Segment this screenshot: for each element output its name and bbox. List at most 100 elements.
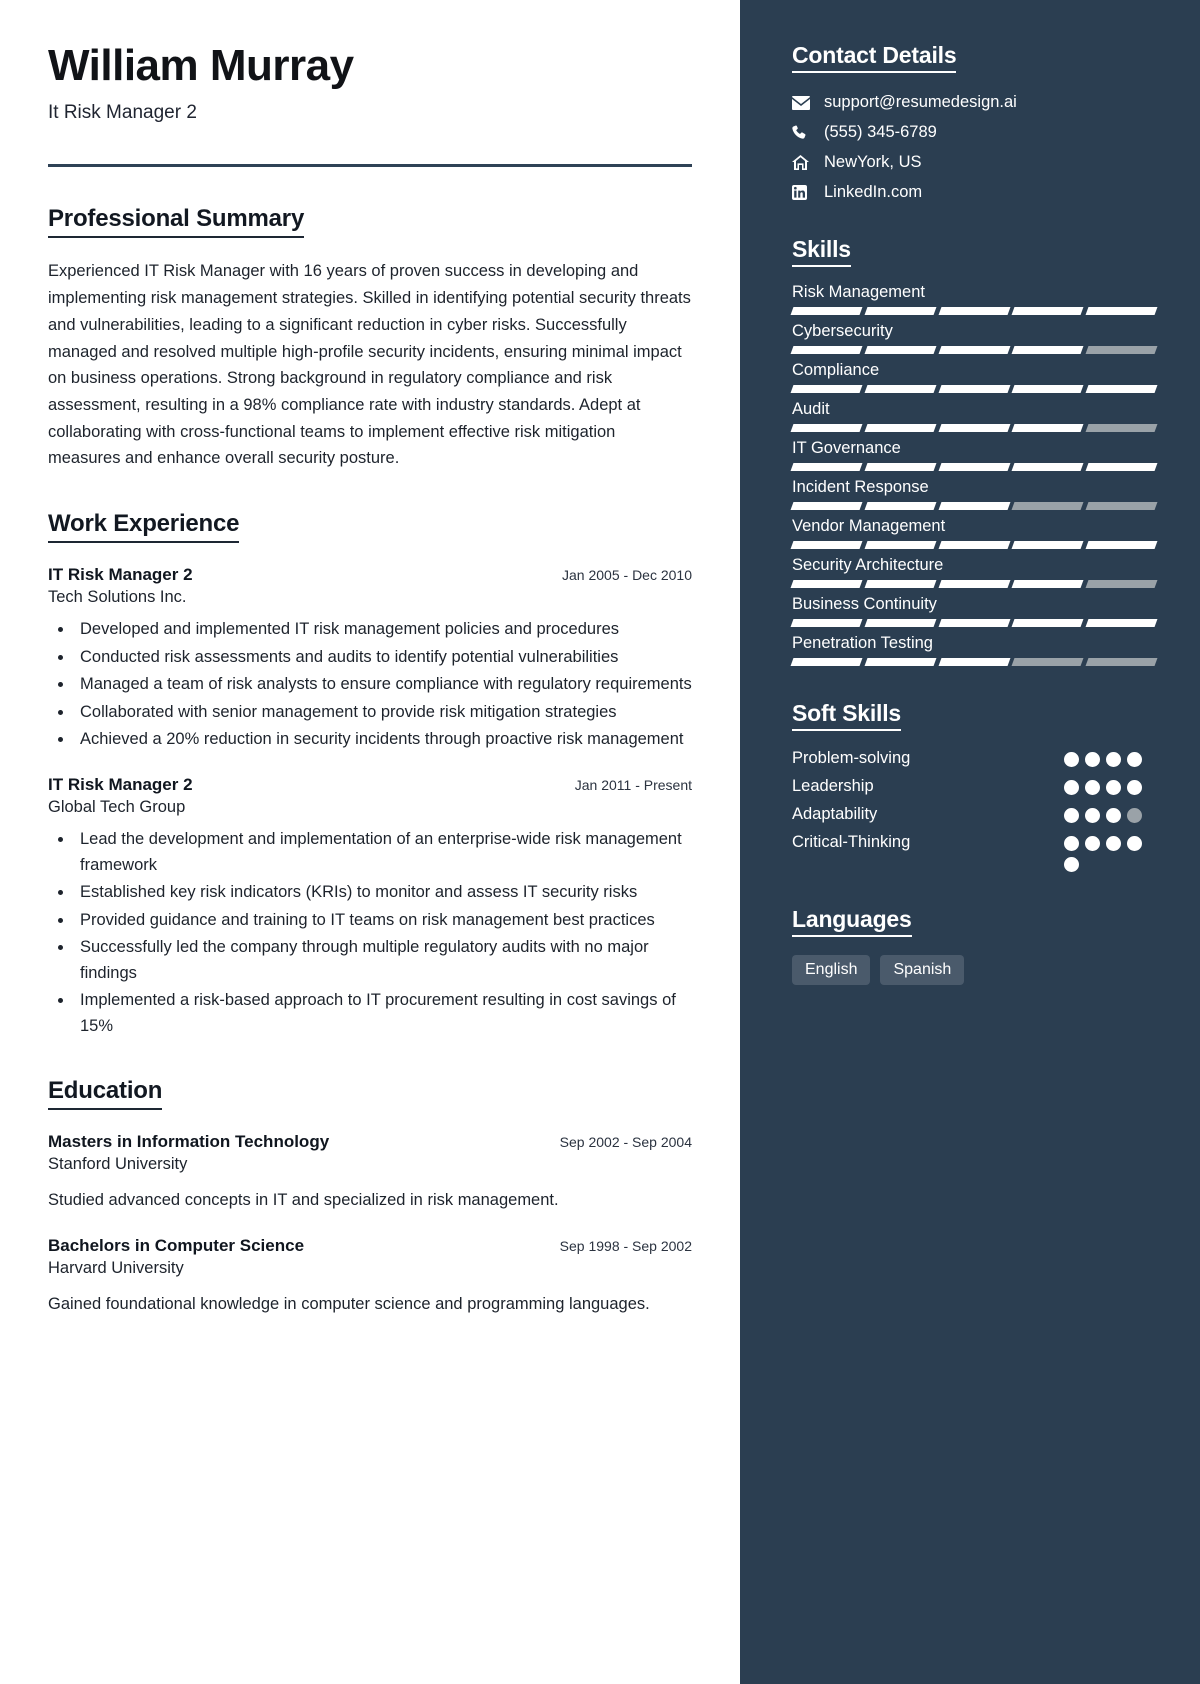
skill-bar-segment — [1085, 502, 1158, 510]
skill-bar-segment — [1011, 619, 1084, 627]
skill-item: Vendor Management — [790, 517, 1158, 549]
skill-level-bar — [790, 580, 1158, 588]
skill-label: Cybersecurity — [792, 322, 893, 340]
education-list: Masters in Information Technology Sep 200… — [48, 1132, 692, 1317]
rating-dot — [1085, 780, 1100, 795]
skill-bar-segment — [1085, 424, 1158, 432]
section-heading-summary: Professional Summary — [48, 205, 304, 239]
skill-bar-segment — [1011, 346, 1084, 354]
skill-bar-segment — [790, 424, 863, 432]
soft-skill-item: Critical-Thinking — [792, 831, 1156, 872]
skill-bar-segment — [938, 346, 1010, 354]
skill-bar-segment — [1085, 619, 1158, 627]
skill-bar-segment — [864, 541, 937, 549]
experience-bullet: Established key risk indicators (KRIs) t… — [74, 880, 692, 906]
education-item-header: Bachelors in Computer Science Sep 1998 - … — [48, 1236, 692, 1256]
experience-list: IT Risk Manager 2 Jan 2005 - Dec 2010 Tech… — [48, 565, 692, 1039]
section-heading-languages: Languages — [792, 906, 912, 937]
education-school: Harvard University — [48, 1259, 184, 1278]
skill-label: Compliance — [792, 361, 880, 379]
soft-skill-rating — [1064, 775, 1156, 795]
rating-dot — [1085, 808, 1100, 823]
skill-bar-segment — [938, 541, 1010, 549]
experience-bullet: Achieved a 20% reduction in security inc… — [74, 727, 692, 753]
skill-item: IT Governance — [790, 439, 1158, 471]
skill-bar-segment — [864, 619, 937, 627]
contact-item[interactable]: support@resumedesign.ai — [792, 93, 1156, 112]
candidate-job-title: It Risk Manager 2 — [48, 102, 197, 124]
skill-level-bar — [790, 424, 1158, 432]
rating-dot — [1127, 836, 1142, 851]
skill-bar-segment — [1011, 385, 1084, 393]
experience-item-header: IT Risk Manager 2 Jan 2011 - Present — [48, 775, 692, 795]
section-heading-skills: Skills — [792, 236, 851, 267]
linkedin-icon — [792, 185, 818, 200]
education-item-header: Masters in Information Technology Sep 200… — [48, 1132, 692, 1152]
section-heading-contact: Contact Details — [792, 42, 957, 73]
skill-item: Audit — [790, 400, 1158, 432]
skills-list: Risk Management Cybersecurity Compliance Au… — [790, 283, 1158, 666]
main-column: William Murray It Risk Manager 2 Profess… — [0, 0, 740, 1684]
soft-skill-rating — [1064, 747, 1156, 767]
skill-bar-segment — [790, 658, 863, 666]
skill-bar-segment — [864, 424, 937, 432]
contact-item[interactable]: NewYork, US — [792, 153, 1156, 172]
rating-dot — [1064, 857, 1079, 872]
soft-skills-list: Problem-solving Leadership Adaptability Cri… — [792, 747, 1156, 872]
skill-label: Audit — [792, 400, 830, 418]
skill-label: IT Governance — [792, 439, 901, 457]
skill-label: Business Continuity — [792, 595, 937, 613]
skill-bar-segment — [938, 463, 1010, 471]
skill-label: Penetration Testing — [792, 634, 933, 652]
skill-item: Risk Management — [790, 283, 1158, 315]
experience-role: IT Risk Manager 2 — [48, 774, 193, 794]
experience-bullet: Lead the development and implementation … — [74, 827, 692, 878]
experience-bullet: Implemented a risk-based approach to IT … — [74, 988, 692, 1039]
skill-bar-segment — [790, 541, 863, 549]
rating-dot — [1127, 780, 1142, 795]
skill-bar-segment — [1011, 658, 1084, 666]
skill-item: Security Architecture — [790, 556, 1158, 588]
header-divider — [48, 164, 692, 168]
contact-value: NewYork, US — [824, 153, 922, 171]
experience-bullet-list: Developed and implemented IT risk manage… — [74, 617, 692, 753]
skill-item: Compliance — [790, 361, 1158, 393]
skill-bar-segment — [864, 463, 937, 471]
skill-level-bar — [790, 346, 1158, 354]
skill-bar-segment — [864, 658, 937, 666]
skill-bar-segment — [790, 346, 863, 354]
contact-value: support@resumedesign.ai — [824, 93, 1017, 111]
education-dates: Sep 1998 - Sep 2002 — [559, 1238, 692, 1255]
soft-skill-label: Leadership — [792, 777, 874, 795]
skill-bar-segment — [864, 385, 937, 393]
skill-bar-segment — [1011, 307, 1084, 315]
rating-dot — [1064, 836, 1079, 851]
skill-bar-segment — [864, 346, 937, 354]
skill-level-bar — [790, 541, 1158, 549]
section-professional-summary: Professional Summary Experienced IT Risk… — [48, 205, 692, 472]
skill-bar-segment — [790, 502, 863, 510]
experience-bullet: Conducted risk assessments and audits to… — [74, 645, 692, 671]
experience-bullet: Provided guidance and training to IT tea… — [74, 908, 692, 934]
skill-bar-segment — [1011, 424, 1084, 432]
page-title: William Murray It Risk Manager 2 — [48, 41, 692, 124]
contact-item[interactable]: LinkedIn.com — [792, 183, 1156, 202]
language-pill: English — [792, 955, 871, 985]
section-education: Education Masters in Information Technol… — [48, 1077, 692, 1317]
soft-skill-label: Adaptability — [792, 805, 878, 823]
contact-item[interactable]: (555) 345-6789 — [792, 123, 1156, 142]
resume-page: William Murray It Risk Manager 2 Profess… — [0, 0, 1200, 1684]
skill-bar-segment — [864, 502, 937, 510]
rating-dot — [1106, 752, 1121, 767]
skill-bar-segment — [1011, 502, 1084, 510]
skill-bar-segment — [938, 580, 1010, 588]
skill-bar-segment — [1085, 541, 1158, 549]
experience-dates: Jan 2005 - Dec 2010 — [562, 567, 692, 584]
section-heading-education: Education — [48, 1077, 162, 1111]
skill-item: Penetration Testing — [790, 634, 1158, 666]
rating-dot — [1064, 808, 1079, 823]
rating-dot — [1106, 836, 1121, 851]
rating-dot — [1127, 752, 1142, 767]
envelope-icon — [792, 95, 818, 110]
soft-skill-label: Problem-solving — [792, 749, 911, 767]
